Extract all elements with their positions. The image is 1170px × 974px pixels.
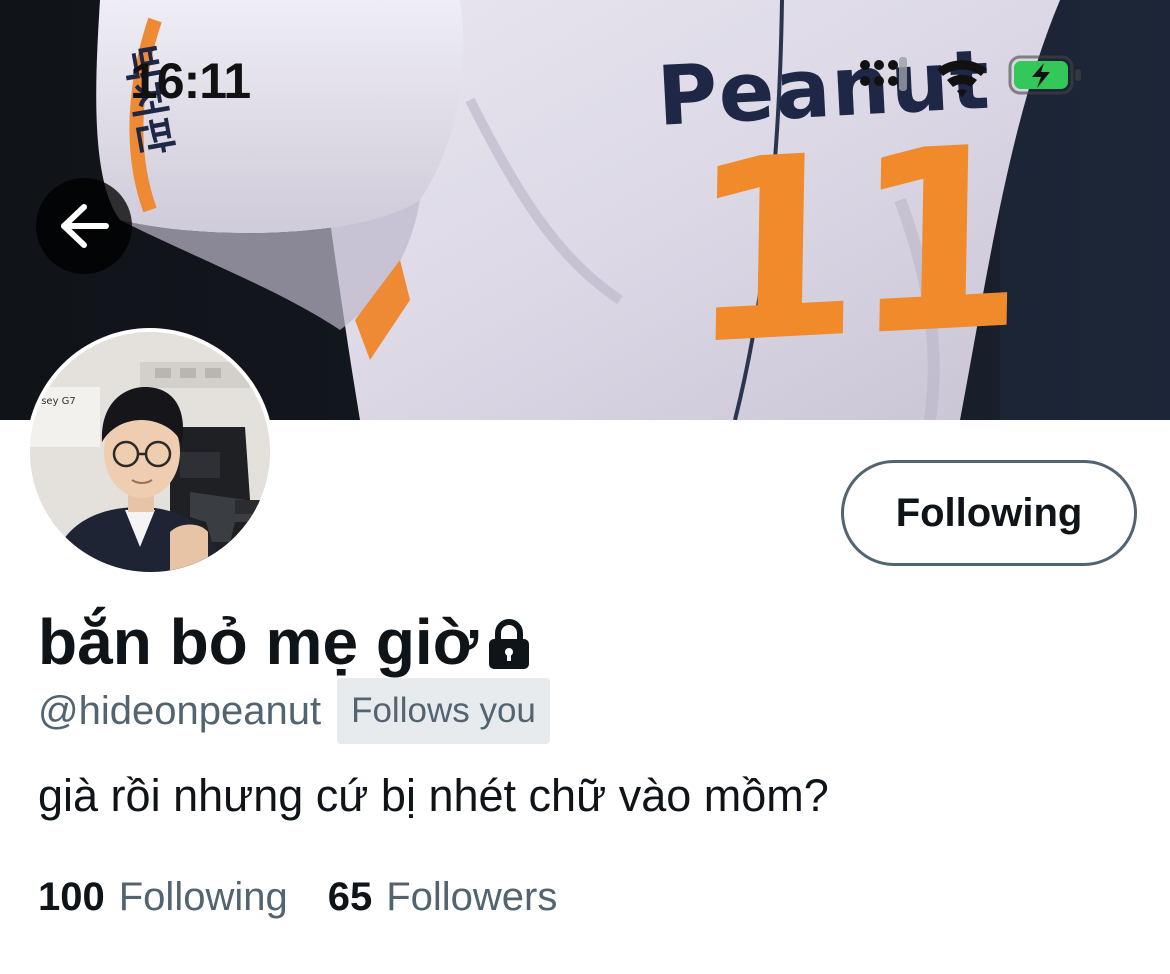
wifi-icon xyxy=(937,60,987,97)
banner-jersey-number: 11 xyxy=(685,91,1018,401)
avatar-photo: ssey G7 xyxy=(30,332,270,572)
followers-label: Followers xyxy=(386,875,558,919)
status-bar-time: 16:11 xyxy=(130,53,251,109)
cellular-signal-icon xyxy=(860,57,907,91)
profile-page: 빅처판 Peanut 11 16:11 ssey G7 Following bắ… xyxy=(0,0,1170,974)
user-handle: @hideonpeanut xyxy=(38,689,322,733)
following-count: 100 xyxy=(38,875,105,919)
followers-stat-link[interactable]: 65 Followers xyxy=(328,875,558,920)
lock-icon xyxy=(489,619,530,669)
avatar[interactable]: ssey G7 xyxy=(26,328,274,576)
handle-row: @hideonpeanut Follows you xyxy=(38,678,550,744)
profile-stats: 100 Following 65 Followers xyxy=(38,875,557,920)
display-name: bắn bỏ mẹ giờ xyxy=(38,606,479,678)
profile-bio: già rồi nhưng cứ bị nhét chữ vào mồm? xyxy=(38,770,829,821)
followers-count: 65 xyxy=(327,875,373,919)
back-button[interactable] xyxy=(36,178,132,274)
following-stat-link[interactable]: 100 Following xyxy=(38,875,288,920)
status-bar-icons xyxy=(855,55,1095,105)
following-label: Following xyxy=(118,875,288,919)
following-button[interactable]: Following xyxy=(841,460,1137,566)
follows-you-badge: Follows you xyxy=(337,678,550,744)
svg-text:ssey G7: ssey G7 xyxy=(36,396,76,407)
battery-charging-icon xyxy=(1008,55,1081,95)
arrow-left-icon xyxy=(61,204,109,248)
display-name-row: bắn bỏ mẹ giờ xyxy=(38,602,532,682)
